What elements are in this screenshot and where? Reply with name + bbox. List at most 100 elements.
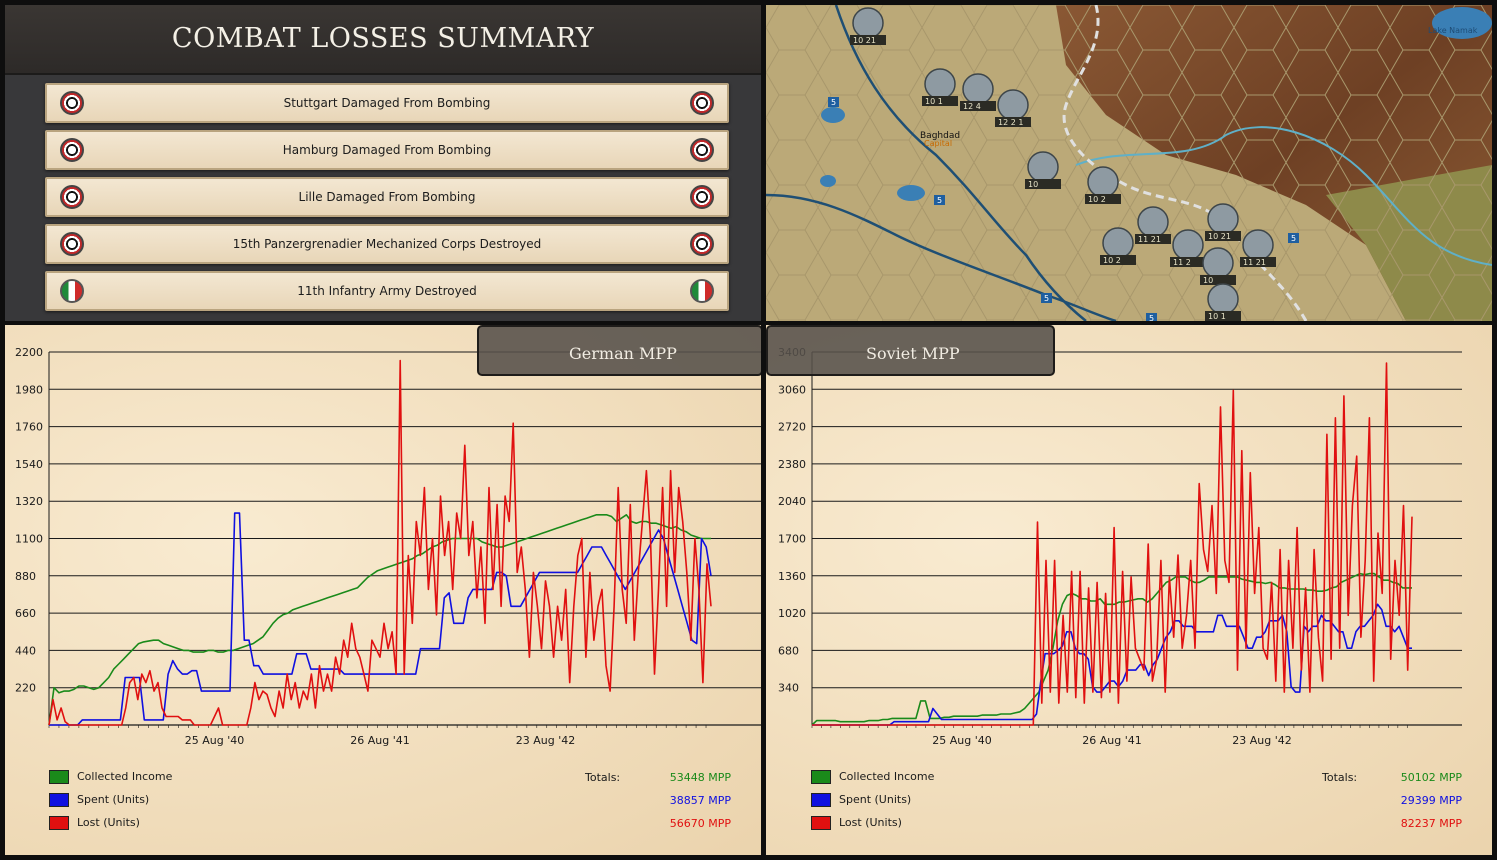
legend-label-collected: Collected Income: [839, 770, 935, 783]
map-lake-small-3: [820, 175, 836, 187]
map-canvas[interactable]: Lake Namak 10 21 10 1 12 4 12 2 1 10 10 2 11 2…: [766, 5, 1492, 321]
loss-row[interactable]: Stuttgart Damaged From Bombing: [45, 83, 729, 123]
chart-y-tick-label: 220: [15, 682, 36, 695]
chart-y-tick-label: 2040: [778, 495, 806, 508]
italian-emblem-icon: [60, 279, 84, 303]
loss-row-label: Lille Damaged From Bombing: [298, 190, 476, 204]
chart-x-tick-label: 25 Aug '40: [932, 734, 992, 747]
map-unit-strength: 11 2: [1173, 258, 1191, 267]
map-unit-strength: 12 2 1: [998, 118, 1023, 127]
loss-row-label: Stuttgart Damaged From Bombing: [283, 96, 491, 110]
map-unit-token[interactable]: [1027, 151, 1059, 183]
map-unit-token[interactable]: [1137, 206, 1169, 238]
map-supply-value: 5: [1149, 314, 1154, 321]
map-unit-strength: 12 4: [963, 102, 981, 111]
legend-label-spent: Spent (Units): [77, 793, 150, 806]
legend-label-lost: Lost (Units): [839, 816, 902, 829]
map-unit-strength: 10: [1203, 276, 1213, 285]
german-emblem-icon: [690, 185, 714, 209]
map-lake-small-2: [897, 185, 925, 201]
chart-y-tick-label: 880: [15, 570, 36, 583]
map-unit-strength: 10 1: [1208, 312, 1226, 321]
map-unit-token[interactable]: [1172, 229, 1204, 261]
german-mpp-chart-panel: 220 440 660 880 1100 1320 1540 1760 1980 2200 25 A…: [5, 325, 761, 855]
combat-losses-title: COMBAT LOSSES SUMMARY: [171, 23, 595, 54]
map-unit-token[interactable]: [1102, 227, 1134, 259]
chart-y-tick-label: 2200: [15, 346, 43, 359]
chart-y-tick-label: 440: [15, 644, 36, 657]
chart-y-tick-label: 1760: [15, 421, 43, 434]
chart-y-tick-label: 1540: [15, 458, 43, 471]
chart-x-tick-label: 25 Aug '40: [185, 734, 245, 747]
map-unit-strength: 10 2: [1103, 256, 1121, 265]
map-unit-token[interactable]: [1087, 166, 1119, 198]
legend-label-spent: Spent (Units): [839, 793, 912, 806]
map-unit-token[interactable]: [924, 68, 956, 100]
map-unit-token[interactable]: [1207, 203, 1239, 235]
map-unit-token[interactable]: [852, 7, 884, 39]
chart-y-tick-label: 660: [15, 607, 36, 620]
map-supply-value: 5: [1291, 234, 1296, 243]
legend-swatch-collected: [811, 770, 831, 784]
chart-y-tick-label: 680: [778, 644, 799, 657]
series-line-lost-units: [48, 359, 712, 726]
map-lake-label: Lake Namak: [1428, 26, 1478, 35]
totals-label: Totals:: [1322, 771, 1358, 784]
soviet-totals: 50102 MPP 29399 MPP 82237 MPP: [1401, 771, 1462, 840]
legend-swatch-collected: [49, 770, 69, 784]
map-unit-strength: 11 21: [1138, 235, 1161, 244]
soviet-mpp-title: Soviet MPP: [866, 344, 960, 363]
map-unit-token[interactable]: [1207, 283, 1239, 315]
series-line-lost-units: [812, 362, 1413, 726]
soviet-mpp-tab[interactable]: Soviet MPP: [766, 325, 1055, 376]
totals-label: Totals:: [585, 771, 621, 784]
chart-x-tick-label: 23 Aug '42: [1232, 734, 1292, 747]
map-unit-strength: 10 21: [853, 36, 876, 45]
german-emblem-icon: [60, 185, 84, 209]
map-city-sublabel: Capital: [924, 139, 952, 148]
german-emblem-icon: [690, 138, 714, 162]
chart-y-tick-label: 340: [778, 682, 799, 695]
map-unit-strength: 10 2: [1088, 195, 1106, 204]
total-collected: 50102 MPP: [1400, 771, 1462, 784]
combat-losses-panel: COMBAT LOSSES SUMMARY Stuttgart Damaged …: [5, 5, 761, 321]
chart-x-tick-label: 26 Aug '41: [350, 734, 410, 747]
map-unit-token[interactable]: [997, 89, 1029, 121]
legend-swatch-lost: [811, 816, 831, 830]
chart-y-tick-label: 2720: [778, 421, 806, 434]
map-unit-strength: 10 21: [1208, 232, 1231, 241]
legend-swatch-spent: [49, 793, 69, 807]
map-unit-token[interactable]: [1242, 229, 1274, 261]
total-lost: 56670 MPP: [669, 817, 731, 830]
chart-y-tick-label: 1980: [15, 383, 43, 396]
map-supply-value: 5: [1044, 294, 1049, 303]
strategic-map[interactable]: Lake Namak 10 21 10 1 12 4 12 2 1 10 10 2 11 2…: [766, 5, 1492, 321]
map-supply-value: 5: [831, 98, 836, 107]
chart-y-tick-label: 1020: [778, 607, 806, 620]
loss-row[interactable]: Hamburg Damaged From Bombing: [45, 130, 729, 170]
legend-label-collected: Collected Income: [77, 770, 173, 783]
total-spent: 38857 MPP: [669, 794, 731, 807]
total-collected: 53448 MPP: [669, 771, 731, 784]
combat-losses-title-bar: COMBAT LOSSES SUMMARY: [5, 5, 761, 75]
map-unit-strength: 10 1: [925, 97, 943, 106]
loss-row[interactable]: 15th Panzergrenadier Mechanized Corps De…: [45, 224, 729, 264]
map-unit-token[interactable]: [962, 73, 994, 105]
series-line-spent-units: [49, 512, 712, 726]
chart-y-tick-label: 1100: [15, 533, 43, 546]
german-emblem-icon: [60, 232, 84, 256]
total-lost: 82237 MPP: [1400, 817, 1462, 830]
loss-row[interactable]: Lille Damaged From Bombing: [45, 177, 729, 217]
series-line-collected-income: [48, 514, 711, 726]
german-emblem-icon: [60, 138, 84, 162]
chart-y-tick-label: 3060: [778, 383, 806, 396]
legend-swatch-spent: [811, 793, 831, 807]
map-hex-grid: [766, 5, 1492, 321]
map-unit-strength: 11 21: [1243, 258, 1266, 267]
legend-swatch-lost: [49, 816, 69, 830]
german-mpp-tab[interactable]: German MPP: [477, 325, 761, 376]
loss-row[interactable]: 11th Infantry Army Destroyed: [45, 271, 729, 311]
chart-y-tick-label: 1700: [778, 533, 806, 546]
map-unit-token[interactable]: [1202, 247, 1234, 279]
loss-row-label: Hamburg Damaged From Bombing: [282, 143, 492, 157]
